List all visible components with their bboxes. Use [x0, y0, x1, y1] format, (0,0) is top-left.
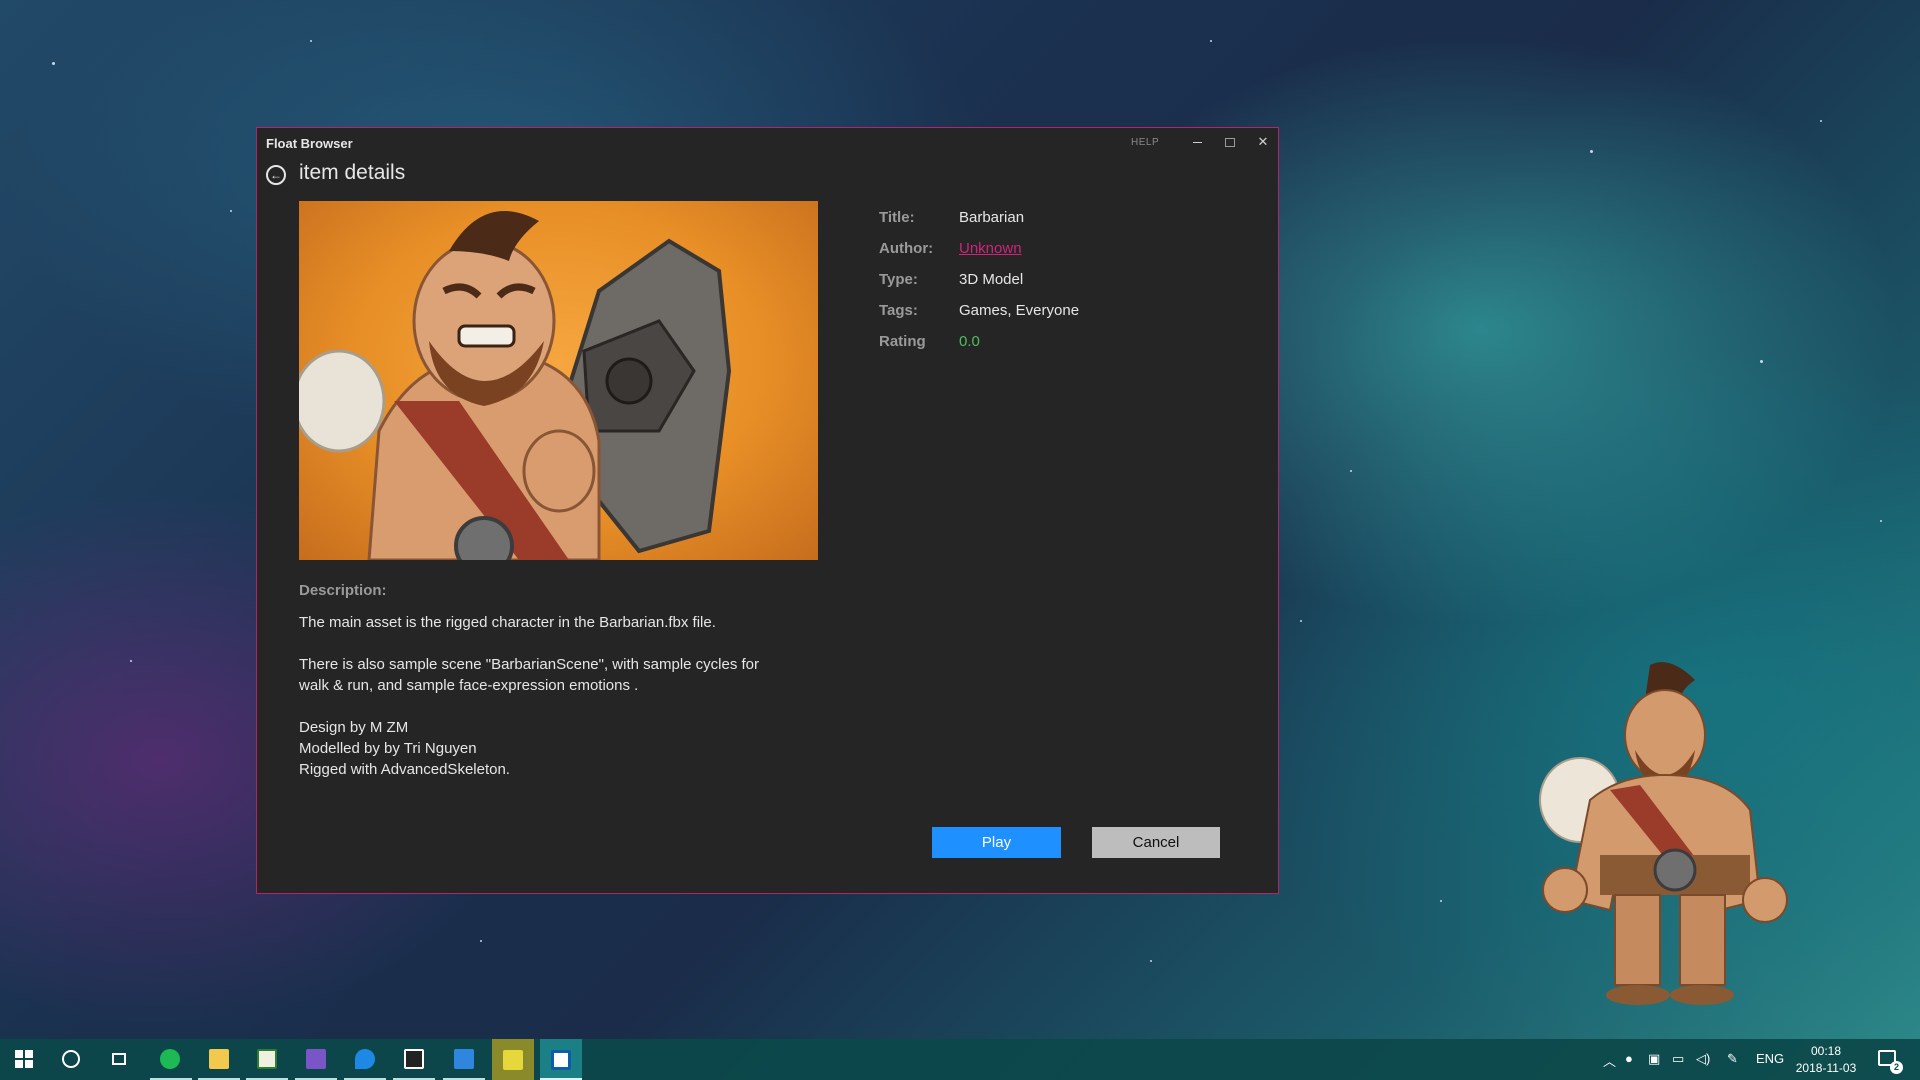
clock[interactable]: 00:18 2018-11-03 — [1794, 1043, 1858, 1077]
maximize-button[interactable] — [1216, 132, 1244, 152]
float-player-icon[interactable] — [492, 1039, 534, 1080]
app-title: Float Browser — [266, 136, 353, 151]
type-value: 3D Model — [959, 271, 1024, 288]
spreadsheet-app-icon[interactable] — [253, 1045, 281, 1073]
description-paragraph: The main asset is the rigged character i… — [299, 614, 716, 631]
barbarian-render-illustration — [299, 211, 732, 560]
desktop-barbarian-character[interactable] — [1510, 660, 1790, 1020]
notes-app-icon[interactable] — [450, 1045, 478, 1073]
tags-label: Tags: — [879, 302, 918, 319]
pen-ink-icon[interactable]: ✎ — [1727, 1051, 1738, 1067]
taskbar: ︿ ● ▣ ▭ ◁) ✎ ENG 00:18 2018-11-03 2 — [0, 1039, 1920, 1080]
title-label: Title: — [879, 209, 915, 226]
windows-start-icon[interactable] — [10, 1045, 38, 1073]
barbarian-figure-illustration — [1539, 662, 1788, 1005]
notification-count-badge: 2 — [1890, 1061, 1903, 1074]
cortana-search-icon[interactable] — [57, 1045, 85, 1073]
detail-row-author: Author: Unknown — [879, 233, 1079, 264]
description-paragraph: There is also sample scene "BarbarianSce… — [299, 656, 760, 694]
network-icon[interactable]: ▭ — [1672, 1051, 1684, 1067]
maps-icon[interactable] — [351, 1045, 379, 1073]
unity-icon[interactable] — [400, 1045, 428, 1073]
minimize-icon — [1192, 142, 1202, 144]
description-paragraph: Design by M ZM Modelled by by Tri Nguyen… — [299, 719, 510, 778]
tags-value: Games, Everyone — [959, 302, 1080, 319]
clock-date: 2018-11-03 — [1795, 1061, 1857, 1075]
type-label: Type: — [879, 271, 918, 288]
close-button[interactable]: ✕ — [1249, 132, 1277, 152]
file-explorer-icon[interactable] — [205, 1045, 233, 1073]
author-label: Author: — [879, 240, 934, 257]
rating-label: Rating — [879, 333, 926, 350]
author-link[interactable]: Unknown — [959, 240, 1022, 257]
description-text: The main asset is the rigged character i… — [299, 612, 819, 801]
float-browser-window: Float Browser HELP ✕ ← item details Titl… — [256, 127, 1279, 894]
title-value: Barbarian — [959, 209, 1025, 226]
steam-tray-icon[interactable]: ● — [1625, 1051, 1633, 1066]
help-link[interactable]: HELP — [1131, 137, 1159, 148]
item-preview-image — [299, 201, 818, 560]
back-arrow-icon: ← — [270, 168, 282, 182]
maximize-icon — [1225, 138, 1235, 148]
minimize-button[interactable] — [1183, 132, 1211, 152]
clock-time: 00:18 — [1810, 1044, 1842, 1058]
detail-row-title: Title: Barbarian — [879, 202, 1079, 233]
visual-studio-icon[interactable] — [302, 1045, 330, 1073]
description-label: Description: — [299, 582, 387, 599]
language-indicator[interactable]: ENG — [1756, 1051, 1784, 1066]
detail-row-type: Type: 3D Model — [879, 264, 1079, 295]
cancel-button[interactable]: Cancel — [1092, 827, 1220, 858]
close-icon: ✕ — [1257, 134, 1269, 149]
detail-row-tags: Tags: Games, Everyone — [879, 295, 1079, 326]
spotify-icon[interactable] — [156, 1045, 184, 1073]
page-title: item details — [299, 161, 406, 184]
title-bar[interactable]: Float Browser HELP ✕ — [257, 128, 1278, 158]
play-button[interactable]: Play — [932, 827, 1061, 858]
item-details: Title: Barbarian Author: Unknown Type: 3… — [879, 202, 1079, 357]
volume-icon[interactable]: ◁) — [1696, 1051, 1710, 1067]
float-browser-icon[interactable] — [540, 1039, 582, 1080]
app-tray-icon[interactable]: ▣ — [1648, 1051, 1660, 1067]
detail-row-rating: Rating 0.0 — [879, 326, 1079, 357]
back-button[interactable]: ← — [266, 165, 286, 185]
rating-value: 0.0 — [959, 333, 980, 350]
show-hidden-icons-icon[interactable]: ︿ — [1603, 1051, 1616, 1070]
task-view-icon[interactable] — [105, 1045, 133, 1073]
